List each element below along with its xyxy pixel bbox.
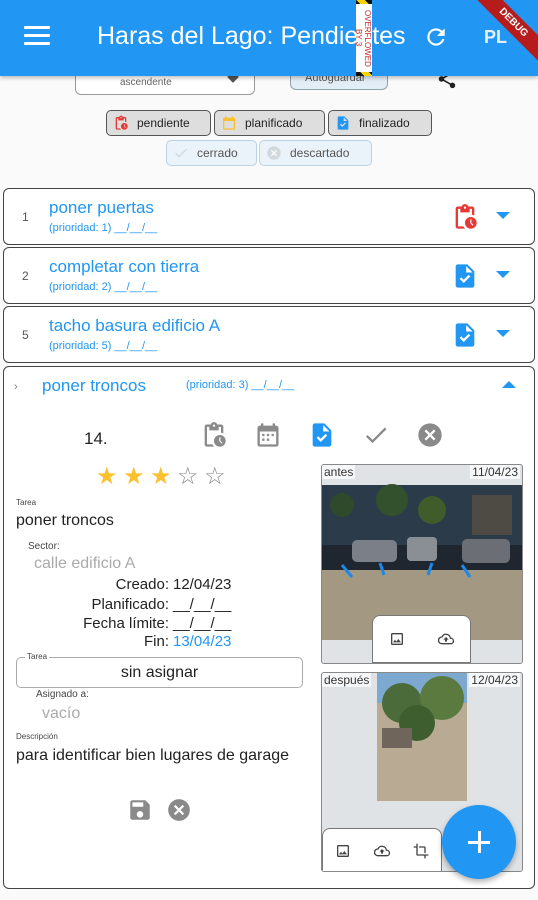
cancel-icon[interactable]: [416, 421, 444, 449]
expanded-arrow: ›: [14, 381, 18, 393]
rating-stars[interactable]: ★ ★ ★ ☆ ☆: [96, 465, 231, 489]
asignado-label: Asignado a:: [36, 689, 89, 700]
planificado-value[interactable]: __/__/__: [173, 596, 231, 613]
cloud-upload-icon[interactable]: [437, 631, 454, 647]
filter-chip-label: finalizado: [359, 116, 410, 130]
task-priority: (prioridad: 3) __/__/__: [186, 379, 295, 391]
collapse-chevron-icon[interactable]: [502, 381, 516, 388]
task-card[interactable]: 2 completar con tierra (prioridad: 2) __…: [3, 247, 535, 304]
descripcion-label: Descripción: [16, 732, 58, 741]
plus-icon: [477, 831, 481, 853]
tarea-label: Tarea: [16, 498, 37, 507]
descripcion-value[interactable]: para identificar bien lugares de garage: [16, 745, 306, 766]
photo-date: 12/04/23: [469, 673, 520, 687]
task-number: 1: [22, 210, 29, 224]
creado-label: Creado:: [115, 576, 169, 593]
task-priority: (prioridad: 1) __/__/__: [49, 222, 158, 234]
star-empty-icon[interactable]: ☆: [204, 465, 231, 489]
task-card[interactable]: 5 tacho basura edificio A (prioridad: 5)…: [3, 306, 535, 363]
overflow-indicator: OVERFLOWED BY 3: [354, 0, 372, 76]
overflow-note: OVERFLOWED BY 3: [354, 4, 372, 72]
check-icon[interactable]: [362, 421, 390, 449]
photo-caption: después: [322, 673, 372, 687]
assign-dropdown[interactable]: Tarea sin asignar: [16, 652, 303, 688]
cloud-upload-icon[interactable]: [373, 843, 390, 859]
photo-caption: antes: [322, 465, 356, 479]
image-icon[interactable]: [335, 843, 351, 859]
menu-icon[interactable]: [24, 26, 50, 46]
filter-chip-label: cerrado: [197, 146, 238, 160]
task-title: tacho basura edificio A: [49, 316, 221, 335]
fin-label: Fin:: [143, 633, 169, 650]
limite-label: Fecha límite:: [83, 615, 169, 632]
star-filled-icon[interactable]: ★: [96, 465, 123, 489]
photo-actions: [372, 615, 471, 663]
filter-chip-planificado[interactable]: planificado: [214, 110, 325, 136]
task-priority: (prioridad: 2) __/__/__: [49, 281, 158, 293]
task-title: poner puertas: [49, 198, 154, 217]
task-done-icon: [337, 116, 349, 130]
appbar-extra[interactable]: PL: [484, 27, 507, 48]
pending-clipboard-icon[interactable]: [451, 202, 479, 232]
filter-chip-descartado[interactable]: descartado: [259, 140, 372, 166]
pending-clipboard-icon[interactable]: [200, 421, 228, 449]
expand-chevron-icon[interactable]: [496, 330, 510, 337]
task-number: 2: [22, 269, 29, 283]
filter-chip-finalizado[interactable]: finalizado: [328, 110, 432, 136]
pending-clipboard-icon: [115, 115, 128, 130]
save-icon[interactable]: [127, 797, 153, 823]
assign-dropdown-value: sin asignar: [120, 664, 199, 681]
calendar-icon: [223, 116, 235, 130]
task-done-icon[interactable]: [451, 261, 479, 291]
photo-date: 11/04/23: [470, 465, 520, 479]
sort-label: ascendente: [120, 77, 172, 88]
tarea-value[interactable]: poner troncos: [16, 512, 114, 530]
fin-value[interactable]: 13/04/23: [173, 633, 231, 650]
task-title: completar con tierra: [49, 257, 200, 276]
task-card-expanded: › poner troncos (prioridad: 3) __/__/__ …: [3, 366, 535, 889]
filter-chip-cerrado[interactable]: cerrado: [166, 140, 257, 166]
expand-chevron-icon[interactable]: [496, 212, 510, 219]
task-title: poner troncos: [42, 376, 146, 395]
check-icon: [175, 148, 187, 158]
task-done-icon[interactable]: [451, 320, 479, 350]
filter-chip-pendiente[interactable]: pendiente: [106, 110, 211, 136]
cancel-icon[interactable]: [166, 797, 192, 823]
crop-icon[interactable]: [413, 843, 429, 859]
task-number: 5: [22, 328, 29, 342]
expand-chevron-icon[interactable]: [496, 271, 510, 278]
task-card[interactable]: 1 poner puertas (prioridad: 1) __/__/__: [3, 188, 535, 245]
star-empty-icon[interactable]: ☆: [177, 465, 204, 489]
photo-before[interactable]: antes 11/04/23: [321, 464, 523, 664]
filter-chip-label: descartado: [290, 146, 350, 160]
calendar-icon[interactable]: [254, 421, 282, 449]
refresh-icon[interactable]: [423, 24, 449, 50]
add-task-button[interactable]: [442, 805, 516, 879]
filter-chip-label: pendiente: [137, 116, 190, 130]
creado-value: 12/04/23: [173, 576, 232, 593]
cancel-icon: [267, 146, 281, 160]
filter-chip-label: planificado: [245, 116, 303, 130]
app-bar: Haras del Lago: Pendientes OVERFLOWED BY…: [0, 0, 538, 76]
assign-dropdown-label: Tarea: [25, 652, 50, 661]
task-priority: (prioridad: 5) __/__/__: [49, 340, 158, 352]
sector-label: Sector:: [28, 541, 60, 552]
planificado-label: Planificado:: [91, 596, 169, 613]
star-filled-icon[interactable]: ★: [123, 465, 150, 489]
task-done-icon[interactable]: [308, 421, 336, 449]
asignado-value[interactable]: vacío: [42, 705, 80, 723]
limite-value[interactable]: __/__/__: [173, 615, 231, 632]
image-icon[interactable]: [389, 631, 405, 647]
sector-value[interactable]: calle edificio A: [34, 555, 135, 573]
photo-actions: [322, 828, 442, 871]
task-id-number: 14.: [84, 429, 108, 448]
star-filled-icon[interactable]: ★: [150, 465, 177, 489]
